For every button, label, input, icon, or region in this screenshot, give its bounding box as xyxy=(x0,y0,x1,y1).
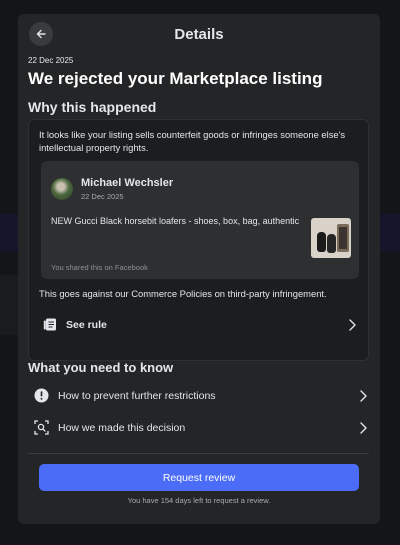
listing-thumbnail xyxy=(311,218,351,258)
policy-text: This goes against our Commerce Policies … xyxy=(39,288,327,299)
why-heading: Why this happened xyxy=(28,99,157,115)
prevent-restrictions-item[interactable]: How to prevent further restrictions xyxy=(28,382,368,410)
dialog-header: Details xyxy=(18,14,380,54)
see-rule-label: See rule xyxy=(66,319,107,331)
prevent-restrictions-label: How to prevent further restrictions xyxy=(58,390,216,402)
request-review-button[interactable]: Request review xyxy=(39,464,359,491)
notice-date: 22 Dec 2025 xyxy=(28,56,74,65)
decision-process-item[interactable]: How we made this decision xyxy=(28,414,368,442)
chevron-right-icon xyxy=(360,390,367,402)
search-scan-icon xyxy=(34,420,49,435)
exclamation-circle-icon xyxy=(34,388,49,403)
thumbnail-shoe-right xyxy=(327,234,336,253)
post-author: Michael Wechsler xyxy=(81,177,174,189)
know-heading: What you need to know xyxy=(28,360,174,375)
chevron-right-icon xyxy=(360,422,367,434)
avatar xyxy=(51,178,73,200)
reason-panel: It looks like your listing sells counter… xyxy=(28,119,369,361)
decision-process-label: How we made this decision xyxy=(58,422,186,434)
listing-post-card[interactable]: Michael Wechsler 22 Dec 2025 NEW Gucci B… xyxy=(41,161,359,279)
days-left-note: You have 154 days left to request a revi… xyxy=(127,496,271,505)
post-text: NEW Gucci Black horsebit loafers - shoes… xyxy=(51,216,300,226)
divider xyxy=(28,453,369,454)
see-rule-button[interactable]: See rule xyxy=(37,310,361,340)
document-rule-icon xyxy=(43,318,56,331)
thumbnail-bag-inner xyxy=(339,227,347,249)
details-dialog: Details 22 Dec 2025 We rejected your Mar… xyxy=(18,14,380,524)
thumbnail-shoe-left xyxy=(317,232,326,252)
page-title: We rejected your Marketplace listing xyxy=(28,69,323,88)
dialog-title: Details xyxy=(174,26,224,43)
shared-note: You shared this on Facebook xyxy=(51,263,148,272)
backdrop-shadow xyxy=(0,275,18,335)
post-date: 22 Dec 2025 xyxy=(81,192,124,201)
reason-text: It looks like your listing sells counter… xyxy=(39,129,346,153)
chevron-right-icon xyxy=(349,319,356,331)
